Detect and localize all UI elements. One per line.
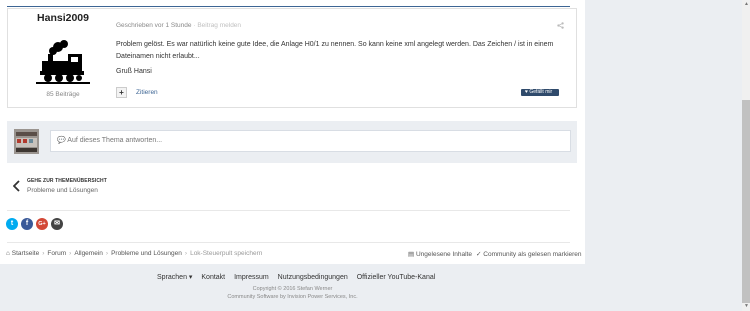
- software-credit[interactable]: Community Software by Invision Power Ser…: [0, 294, 585, 300]
- post-date: Geschrieben vor 1 Stunde: [116, 22, 192, 29]
- footer-imprint-link[interactable]: Impressum: [234, 274, 269, 281]
- footer-contact-link[interactable]: Kontakt: [201, 274, 225, 281]
- post-signature: Gruß Hansi: [116, 68, 152, 75]
- avatar-image-icon: [14, 129, 39, 154]
- google-share-button[interactable]: G+: [36, 218, 48, 230]
- breadcrumb-probleme[interactable]: Probleme und Lösungen: [111, 250, 182, 257]
- footer-terms-link[interactable]: Nutzungsbedingungen: [278, 274, 348, 281]
- footer-links: Sprachen ▾ Kontakt Impressum Nutzungsbed…: [157, 273, 442, 281]
- unread-label: Ungelesene Inhalte: [415, 251, 472, 258]
- back-label: GEHE ZUR THEMENÜBERSICHT: [27, 178, 107, 184]
- post-meta: Geschrieben vor 1 Stunde · Beitrag melde…: [116, 22, 241, 29]
- check-icon: ✓: [476, 251, 482, 258]
- author-column: Hansi2009 85 Beiträge: [22, 12, 104, 105]
- train-avatar-icon[interactable]: [36, 40, 90, 86]
- divider: [7, 242, 570, 243]
- home-icon: ⌂: [6, 250, 10, 257]
- report-post-link[interactable]: · Beitrag melden: [193, 22, 241, 29]
- like-label: Gefällt mir: [529, 89, 553, 95]
- scrollbar-thumb[interactable]: [742, 100, 750, 303]
- reply-box: 💬 Auf dieses Thema antworten...: [7, 121, 577, 163]
- footer-language-menu[interactable]: Sprachen ▾: [157, 274, 192, 281]
- unread-content-link[interactable]: ▤ Ungelesene Inhalte: [408, 250, 472, 258]
- post-body: Problem gelöst. Es war natürlich keine g…: [116, 41, 554, 60]
- breadcrumb-forum[interactable]: Forum: [47, 250, 66, 257]
- twitter-share-button[interactable]: t: [6, 218, 18, 230]
- chevron-right-icon: ›: [105, 250, 109, 257]
- divider: [7, 210, 570, 211]
- inbox-icon: ▤: [408, 251, 415, 258]
- scroll-down-icon[interactable]: ▼: [744, 303, 749, 309]
- mark-read-link[interactable]: ✓ Community als gelesen markieren: [476, 250, 582, 258]
- breadcrumb-home[interactable]: Startseite: [12, 250, 39, 257]
- breadcrumb-allgemein[interactable]: Allgemein: [74, 250, 103, 257]
- reply-placeholder: Auf dieses Thema antworten...: [67, 137, 163, 144]
- email-share-button[interactable]: ✉: [51, 218, 63, 230]
- facebook-share-button[interactable]: f: [21, 218, 33, 230]
- footer-youtube-link[interactable]: Offizieller YouTube-Kanal: [357, 274, 436, 281]
- author-name[interactable]: Hansi2009: [22, 12, 104, 24]
- mark-read-label: Community als gelesen markieren: [483, 251, 582, 258]
- scroll-up-icon[interactable]: ▲: [744, 1, 749, 7]
- share-icon[interactable]: [557, 22, 564, 29]
- chevron-right-icon: ›: [184, 250, 188, 257]
- heart-icon: ♥: [525, 89, 528, 95]
- top-divider: [7, 6, 570, 7]
- reply-input[interactable]: 💬 Auf dieses Thema antworten...: [50, 130, 571, 152]
- author-posts-count: 85 Beiträge: [46, 91, 80, 98]
- user-avatar[interactable]: [14, 129, 39, 154]
- breadcrumb-current: Lok-Steuerpult speichern: [190, 250, 263, 257]
- chevron-left-icon: [13, 180, 20, 192]
- comment-icon: 💬: [57, 137, 66, 144]
- breadcrumb: ⌂ Startseite › Forum › Allgemein › Probleme un…: [6, 250, 262, 257]
- quote-button[interactable]: Zitieren: [136, 89, 158, 96]
- copyright-text: Copyright © 2016 Stefan Werner: [252, 286, 333, 292]
- page-content: Hansi2009 85 Beiträge Geschrieben vor 1 …: [0, 0, 585, 264]
- multiquote-button[interactable]: +: [116, 87, 127, 98]
- like-button[interactable]: ♥ Gefällt mir: [521, 89, 559, 96]
- back-forum-title: Probleme und Lösungen: [27, 187, 98, 194]
